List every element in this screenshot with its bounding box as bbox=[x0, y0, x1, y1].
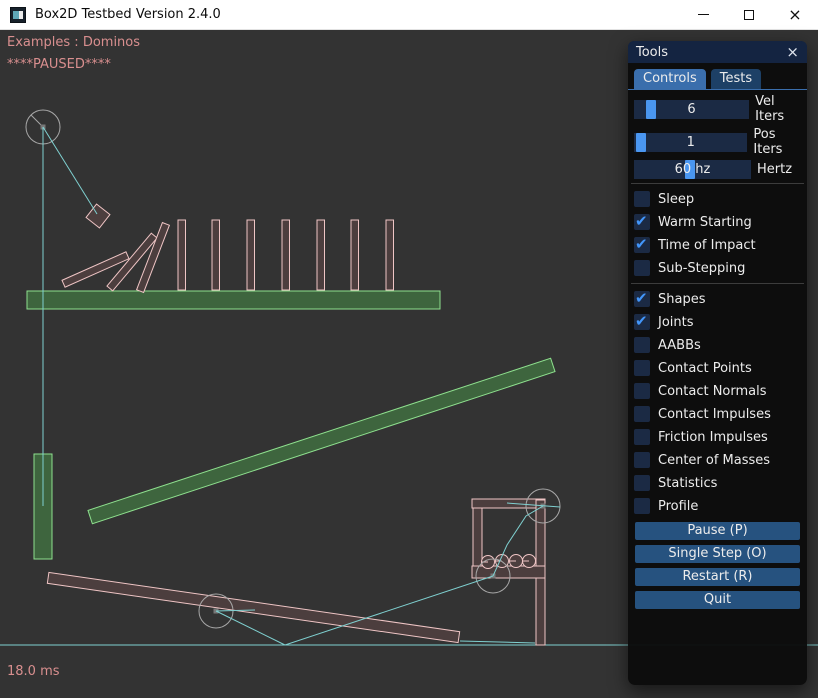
checkbox-row-aabbs[interactable]: AABBs bbox=[634, 337, 807, 353]
checkbox[interactable] bbox=[634, 383, 650, 399]
checkbox-row-contact-impulses[interactable]: Contact Impulses bbox=[634, 406, 807, 422]
slider-value: 1 bbox=[634, 133, 747, 152]
checkbox[interactable]: ✔ bbox=[634, 237, 650, 253]
checkbox-label: Contact Points bbox=[658, 361, 752, 376]
slider-label: Pos Iters bbox=[753, 127, 807, 157]
checkbox-row-warm-starting[interactable]: ✔ Warm Starting bbox=[634, 214, 807, 230]
frame-time-label: 18.0 ms bbox=[7, 664, 60, 679]
check-icon: ✔ bbox=[635, 289, 648, 307]
checkbox[interactable]: ✔ bbox=[634, 291, 650, 307]
separator bbox=[631, 183, 804, 184]
checkbox-label: Friction Impulses bbox=[658, 430, 768, 445]
tab-bar: ControlsTests bbox=[628, 63, 807, 90]
domino-platform bbox=[27, 291, 440, 309]
slider-row-pos-iters: 1 Pos Iters bbox=[634, 127, 807, 157]
checkbox[interactable] bbox=[634, 498, 650, 514]
check-icon: ✔ bbox=[635, 212, 648, 230]
button-list: Pause (P) Single Step (O) Restart (R) Quit bbox=[628, 521, 807, 609]
dominoes[interactable] bbox=[62, 220, 393, 292]
slider-list: 6 Vel Iters 1 Pos Iters60 hz Hertz bbox=[628, 90, 807, 179]
tools-panel-header[interactable]: Tools × bbox=[628, 41, 807, 63]
minimize-icon bbox=[698, 14, 709, 15]
swinging-box[interactable] bbox=[86, 204, 110, 228]
panel-close-button[interactable]: × bbox=[786, 45, 799, 60]
frame-left-post bbox=[473, 508, 482, 566]
frame-shelf bbox=[472, 566, 545, 578]
checkbox[interactable] bbox=[634, 475, 650, 491]
checkbox-row-joints[interactable]: ✔ Joints bbox=[634, 314, 807, 330]
slider-value: 60 hz bbox=[634, 160, 751, 179]
checkbox-group-draw: ✔ Shapes ✔ Joints AABBs Contact Points Contact… bbox=[628, 288, 807, 514]
button-restart-r[interactable]: Restart (R) bbox=[635, 568, 800, 586]
checkbox[interactable] bbox=[634, 191, 650, 207]
checkbox-row-profile[interactable]: Profile bbox=[634, 498, 807, 514]
checkbox-label: Joints bbox=[658, 315, 694, 330]
checkbox-group-sim: Sleep ✔ Warm Starting ✔ Time of Impact Sub-St… bbox=[628, 188, 807, 276]
checkbox-label: Time of Impact bbox=[658, 238, 756, 253]
slider-track-vel-iters[interactable]: 6 bbox=[634, 100, 749, 119]
check-icon: ✔ bbox=[635, 312, 648, 330]
checkbox-label: Contact Impulses bbox=[658, 407, 771, 422]
maximize-button[interactable] bbox=[726, 0, 772, 29]
button-pause-p[interactable]: Pause (P) bbox=[635, 522, 800, 540]
checkbox-row-center-of-masses[interactable]: Center of Masses bbox=[634, 452, 807, 468]
tab-tests[interactable]: Tests bbox=[711, 69, 761, 89]
slider-row-vel-iters: 6 Vel Iters bbox=[634, 94, 807, 124]
tab-controls[interactable]: Controls bbox=[634, 69, 706, 89]
checkbox-label: Profile bbox=[658, 499, 698, 514]
tools-panel-title: Tools bbox=[636, 45, 668, 60]
slider-value: 6 bbox=[634, 100, 749, 119]
checkbox[interactable] bbox=[634, 260, 650, 276]
check-icon: ✔ bbox=[635, 235, 648, 253]
maximize-icon bbox=[744, 10, 754, 20]
slider-label: Hertz bbox=[757, 162, 792, 177]
button-single-step-o[interactable]: Single Step (O) bbox=[635, 545, 800, 563]
minimize-button[interactable] bbox=[680, 0, 726, 29]
app-window: Box2D Testbed Version 2.4.0 × bbox=[0, 0, 818, 698]
checkbox-label: Contact Normals bbox=[658, 384, 767, 399]
simulation-canvas[interactable]: Examples : Dominos ****PAUSED**** 18.0 m… bbox=[0, 30, 818, 698]
paused-label: ****PAUSED**** bbox=[7, 57, 111, 72]
checkbox-row-sub-stepping[interactable]: Sub-Stepping bbox=[634, 260, 807, 276]
checkbox-label: Sub-Stepping bbox=[658, 261, 745, 276]
checkbox[interactable] bbox=[634, 360, 650, 376]
slider-label: Vel Iters bbox=[755, 94, 807, 124]
window-titlebar[interactable]: Box2D Testbed Version 2.4.0 × bbox=[0, 0, 818, 30]
window-title: Box2D Testbed Version 2.4.0 bbox=[35, 7, 221, 22]
checkbox-label: Center of Masses bbox=[658, 453, 770, 468]
checkbox[interactable] bbox=[634, 337, 650, 353]
checkbox-row-statistics[interactable]: Statistics bbox=[634, 475, 807, 491]
checkbox-label: Warm Starting bbox=[658, 215, 752, 230]
checkbox[interactable]: ✔ bbox=[634, 214, 650, 230]
separator bbox=[631, 283, 804, 284]
checkbox-row-friction-impulses[interactable]: Friction Impulses bbox=[634, 429, 807, 445]
checkbox-row-sleep[interactable]: Sleep bbox=[634, 191, 807, 207]
checkbox-row-contact-normals[interactable]: Contact Normals bbox=[634, 383, 807, 399]
checkbox[interactable] bbox=[634, 452, 650, 468]
button-quit[interactable]: Quit bbox=[635, 591, 800, 609]
checkbox-label: Statistics bbox=[658, 476, 717, 491]
checkbox-row-contact-points[interactable]: Contact Points bbox=[634, 360, 807, 376]
example-label: Examples : Dominos bbox=[7, 35, 140, 50]
checkbox-row-shapes[interactable]: ✔ Shapes bbox=[634, 291, 807, 307]
checkbox[interactable]: ✔ bbox=[634, 314, 650, 330]
checkbox-label: Sleep bbox=[658, 192, 694, 207]
checkbox-label: AABBs bbox=[658, 338, 701, 353]
checkbox-label: Shapes bbox=[658, 292, 705, 307]
checkbox[interactable] bbox=[634, 406, 650, 422]
checkbox-row-time-of-impact[interactable]: ✔ Time of Impact bbox=[634, 237, 807, 253]
close-icon: × bbox=[788, 7, 801, 23]
app-icon bbox=[10, 7, 26, 23]
window-controls: × bbox=[680, 0, 818, 29]
tools-panel: Tools × ControlsTests 6 Vel Iters 1 Pos Ite… bbox=[628, 41, 807, 685]
slider-track-hertz[interactable]: 60 hz bbox=[634, 160, 751, 179]
close-button[interactable]: × bbox=[772, 0, 818, 29]
slider-row-hertz: 60 hz Hertz bbox=[634, 160, 807, 179]
slider-track-pos-iters[interactable]: 1 bbox=[634, 133, 747, 152]
checkbox[interactable] bbox=[634, 429, 650, 445]
